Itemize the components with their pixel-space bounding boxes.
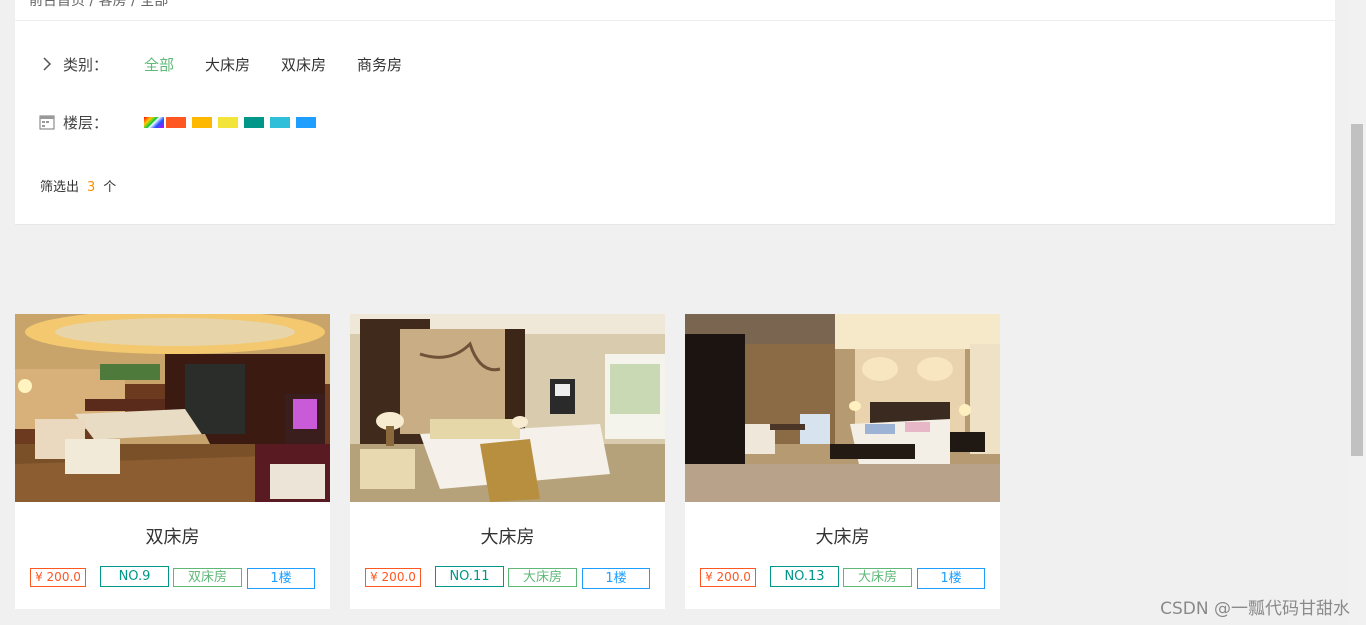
watermark: CSDN @一瓢代码甘甜水 [1160,599,1350,619]
breadcrumb: 前台首页 / 客房 / 全部 [15,0,1335,21]
scrollbar-thumb[interactable] [1351,124,1363,456]
category-option-king[interactable]: 大床房 [205,54,250,75]
room-number-tag: NO.9 [100,566,169,587]
floor-swatch-all-icon[interactable] [144,116,164,128]
room-photo[interactable] [685,314,1000,502]
category-option-business[interactable]: 商务房 [357,54,402,75]
room-type-tag: 大床房 [843,568,912,587]
floor-swatch[interactable] [218,116,238,128]
room-card[interactable]: 大床房 ¥ 200.0 NO.11 大床房 1楼 [350,314,665,609]
calendar-icon [39,114,55,130]
room-number-tag: NO.13 [770,566,839,587]
result-number: 3 [87,180,96,195]
floor-swatch[interactable] [296,116,316,128]
floor-swatches [144,116,322,128]
category-label: 类别： [63,55,109,74]
room-card[interactable]: 双床房 ¥ 200.0 NO.9 双床房 1楼 [15,314,330,609]
category-option-all[interactable]: 全部 [144,54,174,75]
floor-filter-row: 楼层： [39,110,322,134]
room-title: 大床房 [815,527,870,548]
price-tag: ¥ 200.0 [700,568,756,587]
result-prefix: 筛选出 [40,180,80,195]
category-option-twin[interactable]: 双床房 [281,54,326,75]
price-tag: ¥ 200.0 [30,568,86,587]
room-number-tag: NO.11 [435,566,504,587]
result-suffix: 个 [103,180,117,195]
room-title: 大床房 [480,527,535,548]
floor-tag: 1楼 [247,568,315,589]
floor-tag: 1楼 [917,568,985,589]
breadcrumb-text: 前台首页 / 客房 / 全部 [29,0,169,9]
floor-swatch[interactable] [166,116,186,128]
floor-swatch[interactable] [192,116,212,128]
filter-panel: 前台首页 / 客房 / 全部 类别： 全部 大床房 双床房 商务房 楼层： 筛选… [15,0,1335,225]
chevron-right-icon [39,56,55,72]
floor-swatch[interactable] [244,116,264,128]
floor-label: 楼层： [63,113,109,132]
room-photo[interactable] [15,314,330,502]
category-filter-row: 类别： 全部 大床房 双床房 商务房 [39,52,433,76]
room-photo[interactable] [350,314,665,502]
vertical-scrollbar[interactable] [1349,0,1366,625]
floor-swatch[interactable] [270,116,290,128]
floor-tag: 1楼 [582,568,650,589]
room-title: 双床房 [145,527,200,548]
result-count: 筛选出 3 个 [40,176,116,195]
room-type-tag: 双床房 [173,568,242,587]
room-card[interactable]: 大床房 ¥ 200.0 NO.13 大床房 1楼 [685,314,1000,609]
price-tag: ¥ 200.0 [365,568,421,587]
room-type-tag: 大床房 [508,568,577,587]
